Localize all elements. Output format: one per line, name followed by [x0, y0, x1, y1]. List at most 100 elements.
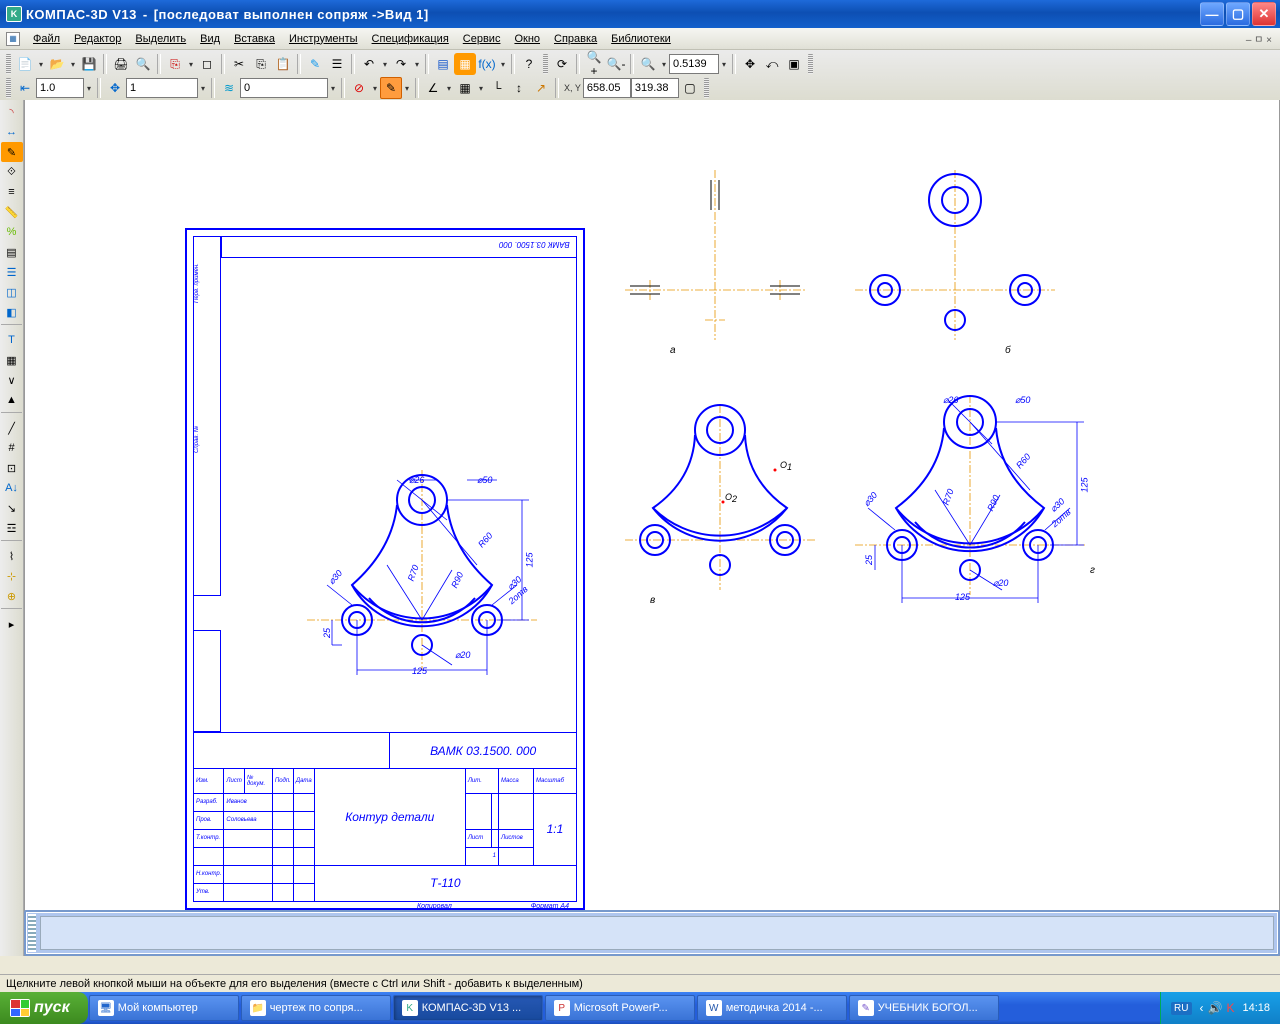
lang-indicator[interactable]: RU	[1171, 1002, 1191, 1015]
minimize-button[interactable]: —	[1200, 2, 1224, 26]
task-ppt[interactable]: PMicrosoft PowerP...	[545, 995, 695, 1021]
zoom-window-button[interactable]: 🔍	[637, 53, 659, 75]
zoom-dropdown[interactable]: ▾	[659, 53, 669, 75]
edit-tab[interactable]: ⟐	[1, 162, 23, 182]
start-button[interactable]: пуск	[0, 992, 88, 1024]
copy-button[interactable]: ⎘	[250, 53, 272, 75]
coord-x-input[interactable]	[583, 78, 631, 98]
new-button[interactable]: 📄	[14, 53, 36, 75]
snap-menu[interactable]: ▾	[444, 77, 454, 99]
menu-editor[interactable]: Редактор	[67, 33, 128, 45]
task-word2[interactable]: ✎УЧЕБНИК БОГОЛ...	[849, 995, 999, 1021]
open-dropdown[interactable]: ▾	[68, 53, 78, 75]
coord-y-input[interactable]	[631, 78, 679, 98]
stop-dropdown[interactable]: ▾	[370, 77, 380, 99]
highlight-button[interactable]: ✎	[380, 77, 402, 99]
lcs-button[interactable]: ↗	[530, 77, 552, 99]
autoaxis-tool[interactable]: ⊹	[1, 566, 23, 586]
manager-dropdown[interactable]: ▾	[186, 53, 196, 75]
tolerance-tool[interactable]: ⊡	[1, 458, 23, 478]
pan-button[interactable]: ✥	[739, 53, 761, 75]
grid-button[interactable]: ▦	[454, 77, 476, 99]
arrow-tool[interactable]: ↘	[1, 498, 23, 518]
dims-tab[interactable]: ↔	[1, 122, 23, 142]
state-input[interactable]	[126, 78, 198, 98]
macro-tool[interactable]: ▸	[1, 614, 23, 634]
detail-tool[interactable]: ☲	[1, 518, 23, 538]
stop-button[interactable]: ⊘	[348, 77, 370, 99]
menu-tools[interactable]: Инструменты	[282, 33, 365, 45]
panel-grip[interactable]	[28, 914, 36, 952]
spec-tab[interactable]: ▤	[1, 242, 23, 262]
menu-insert[interactable]: Вставка	[227, 33, 282, 45]
mdi-window-buttons[interactable]: – ㅁ ×	[1246, 31, 1280, 46]
cutline-tool[interactable]: A↓	[1, 478, 23, 498]
annot-tab[interactable]: ✎	[1, 142, 23, 162]
geometry-tab[interactable]: ◝	[1, 102, 23, 122]
zoom-val-dropdown[interactable]: ▾	[719, 53, 729, 75]
redo-button[interactable]: ↷	[390, 53, 412, 75]
coord-lock-button[interactable]: ▢	[679, 77, 701, 99]
zoom-out-button[interactable]: 🔍-	[605, 53, 627, 75]
insert-tab[interactable]: ◫	[1, 282, 23, 302]
centermark-tool[interactable]: ⊕	[1, 586, 23, 606]
zoom-fit-button[interactable]: ▣	[783, 53, 805, 75]
param-tab[interactable]: ≡	[1, 182, 23, 202]
redo-dropdown[interactable]: ▾	[412, 53, 422, 75]
lib-button[interactable]: ▤	[432, 53, 454, 75]
table-tool[interactable]: ▦	[1, 350, 23, 370]
menu-file[interactable]: Файл	[26, 33, 67, 45]
refresh-view-button[interactable]: ⟳	[551, 53, 573, 75]
layer-input[interactable]	[240, 78, 328, 98]
text-tool[interactable]: T	[1, 330, 23, 350]
paste-button[interactable]: 📋	[272, 53, 294, 75]
ortho-button[interactable]: └	[486, 77, 508, 99]
task-folder[interactable]: 📁чертеж по сопря...	[241, 995, 391, 1021]
vars-button[interactable]: f(x)	[476, 53, 498, 75]
print-button[interactable]: 🖨	[110, 53, 132, 75]
help-button[interactable]: ?	[518, 53, 540, 75]
menu-select[interactable]: Выделить	[128, 33, 193, 45]
tray-network-icon[interactable]: ‹	[1200, 1001, 1204, 1015]
posnum-tool[interactable]: #	[1, 438, 23, 458]
parts-button[interactable]: ◻	[196, 53, 218, 75]
menu-window[interactable]: Окно	[507, 33, 547, 45]
tray-sound-icon[interactable]: 🔊	[1208, 1001, 1223, 1015]
manager-button[interactable]: ⎘	[164, 53, 186, 75]
toolbar-grip[interactable]	[6, 78, 11, 98]
round-button[interactable]: ↕	[508, 77, 530, 99]
mdi-system-icon[interactable]: ▦	[6, 32, 20, 46]
cut-button[interactable]: ✂	[228, 53, 250, 75]
close-button[interactable]: ✕	[1252, 2, 1276, 26]
step-input[interactable]	[36, 78, 84, 98]
step-button[interactable]: ⇤	[14, 77, 36, 99]
properties-button[interactable]: ☰	[326, 53, 348, 75]
clock[interactable]: 14:18	[1242, 1002, 1270, 1014]
menu-view[interactable]: Вид	[193, 33, 227, 45]
step-dropdown[interactable]: ▾	[84, 77, 94, 99]
undo-button[interactable]: ↶	[358, 53, 380, 75]
open-button[interactable]: 📂	[46, 53, 68, 75]
drawing-canvas[interactable]: ВАМК 03.1500. 000	[24, 100, 1280, 956]
snap-end-button[interactable]: ∠	[422, 77, 444, 99]
format-painter-button[interactable]: ✎	[304, 53, 326, 75]
tray-av-icon[interactable]: K	[1226, 1001, 1234, 1015]
new-dropdown[interactable]: ▾	[36, 53, 46, 75]
grid-dropdown[interactable]: ▾	[476, 77, 486, 99]
layer-dropdown[interactable]: ▾	[328, 77, 338, 99]
leader-tool[interactable]: ╱	[1, 418, 23, 438]
rough-tool[interactable]: ∨	[1, 370, 23, 390]
views-tab[interactable]: ◧	[1, 302, 23, 322]
state-dropdown[interactable]: ▾	[198, 77, 208, 99]
menu-spec[interactable]: Спецификация	[365, 33, 456, 45]
toolbar-grip[interactable]	[6, 54, 11, 74]
menu-help[interactable]: Справка	[547, 33, 604, 45]
maximize-button[interactable]: ▢	[1226, 2, 1250, 26]
select-tab[interactable]: %	[1, 222, 23, 242]
cursor-step-button[interactable]: ✥	[104, 77, 126, 99]
measure-tab[interactable]: 📏	[1, 202, 23, 222]
highlight-dropdown[interactable]: ▾	[402, 77, 412, 99]
preview-button[interactable]: 🔍	[132, 53, 154, 75]
base-tool[interactable]: ▲	[1, 390, 23, 410]
menu-libs[interactable]: Библиотеки	[604, 33, 678, 45]
